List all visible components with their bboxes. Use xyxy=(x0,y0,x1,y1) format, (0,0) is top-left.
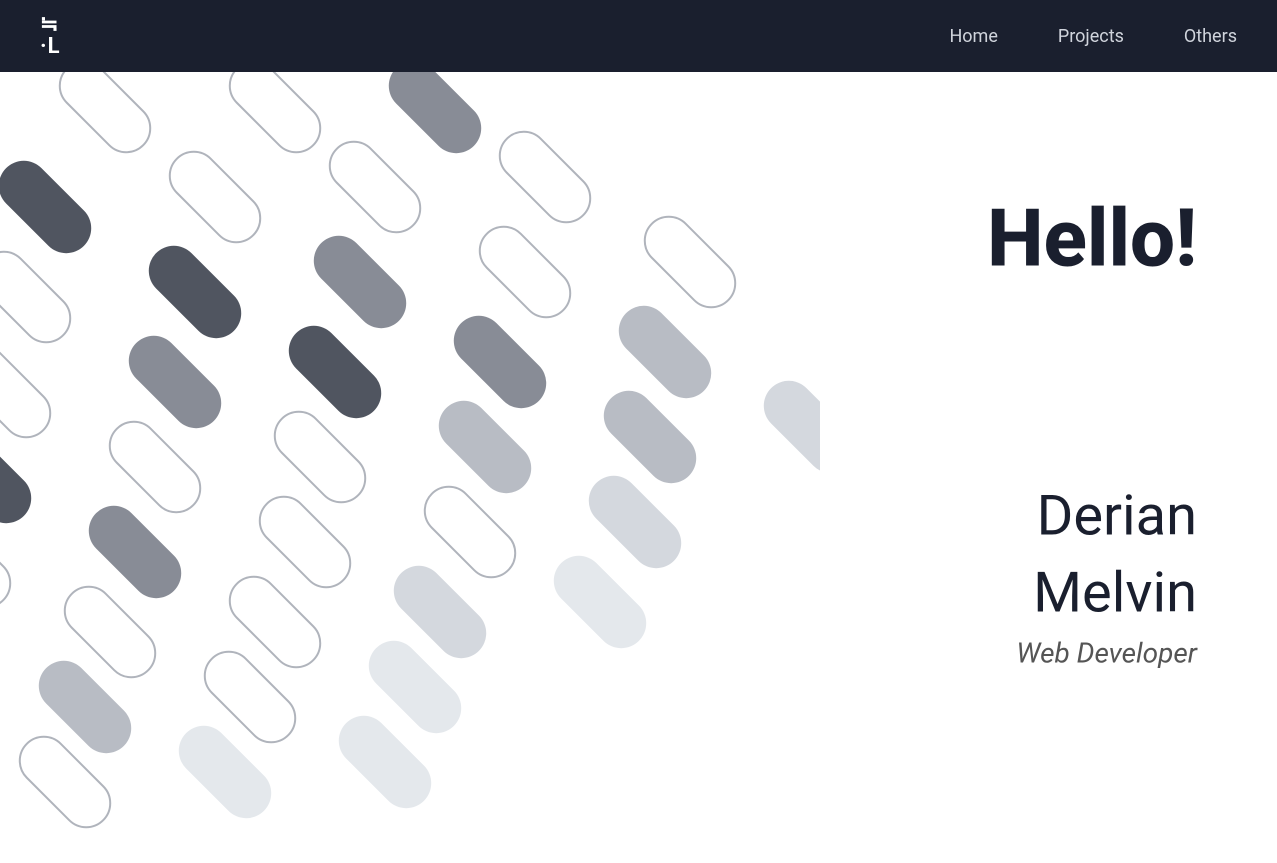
capsule-9 xyxy=(138,235,251,348)
hero-section: Hello! Derian Melvin Web Developer xyxy=(987,194,1197,669)
capsule-3 xyxy=(378,72,491,164)
capsule-6 xyxy=(318,130,431,243)
capsule-12 xyxy=(633,205,746,318)
capsule-11 xyxy=(468,215,581,328)
capsule-10 xyxy=(303,225,416,338)
capsule-pattern xyxy=(0,72,820,863)
nav-home[interactable]: Home xyxy=(949,26,997,47)
capsule-7 xyxy=(488,120,601,233)
capsule-1 xyxy=(48,72,161,164)
nav-links: Home Projects Others xyxy=(949,26,1237,47)
capsule-13 xyxy=(0,335,62,448)
hero-greeting: Hello! xyxy=(987,194,1197,282)
nav-projects[interactable]: Projects xyxy=(1058,26,1124,47)
hero-lastname: Melvin xyxy=(987,559,1197,626)
navbar: ≒ ·L Home Projects Others xyxy=(0,0,1277,72)
capsule-4 xyxy=(0,150,102,263)
main-content: Hello! Derian Melvin Web Developer xyxy=(0,0,1277,863)
capsule-5 xyxy=(158,140,271,253)
nav-others[interactable]: Others xyxy=(1184,26,1237,47)
hero-firstname: Derian xyxy=(987,482,1197,549)
capsule-23 xyxy=(753,370,820,483)
hero-title: Web Developer xyxy=(987,636,1197,669)
site-logo[interactable]: ≒ ·L xyxy=(40,14,61,58)
capsule-8 xyxy=(0,240,82,353)
capsule-2 xyxy=(218,72,331,164)
